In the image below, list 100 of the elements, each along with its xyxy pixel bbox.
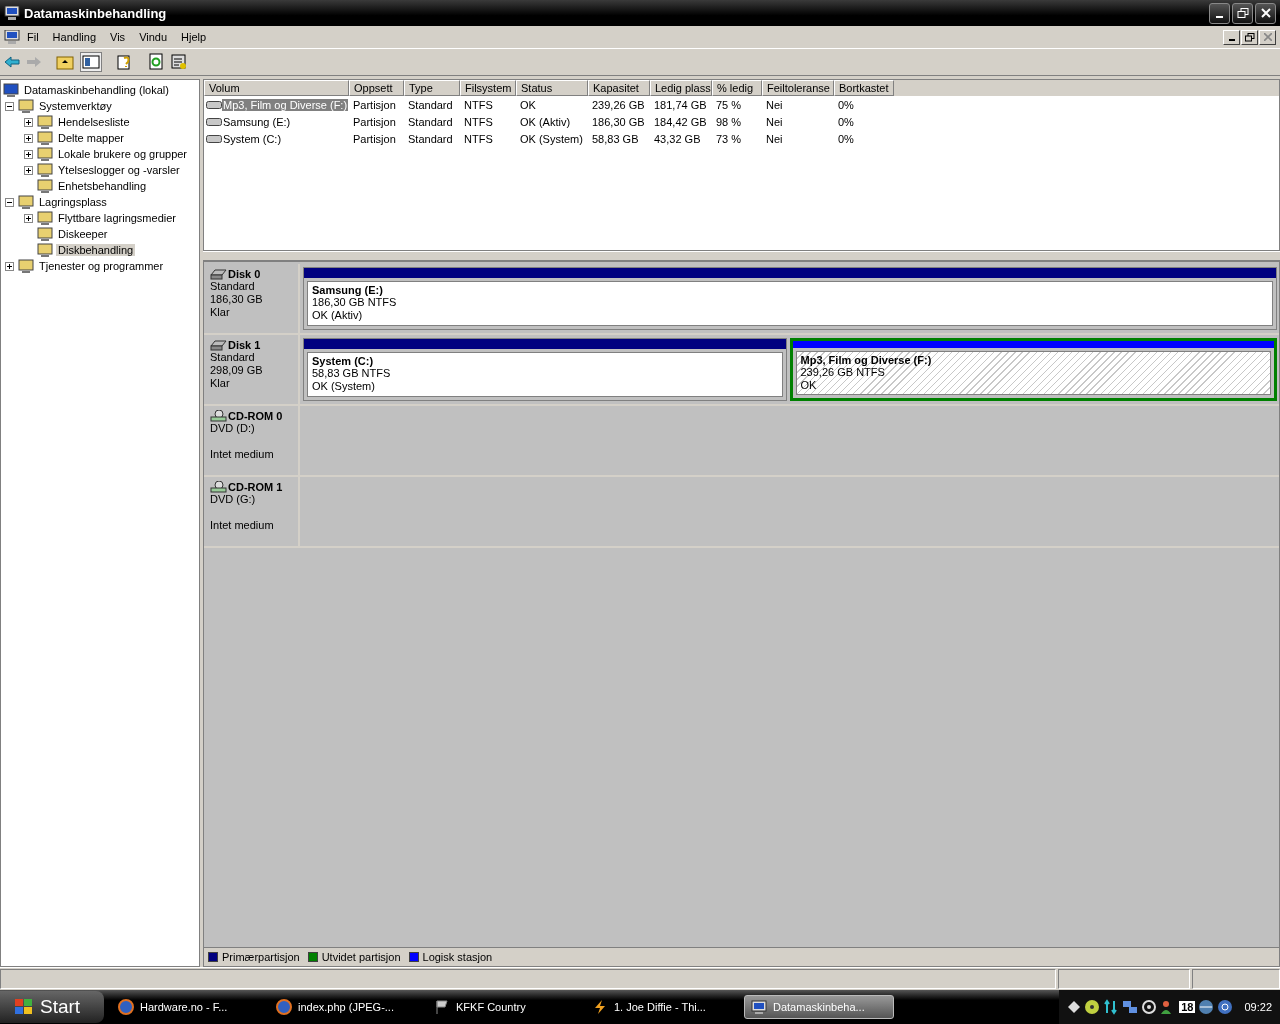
disk-detail: Klar (210, 377, 231, 390)
up-folder-icon[interactable] (56, 54, 74, 70)
expander-icon[interactable] (5, 261, 14, 271)
tree-item[interactable]: Tjenester og programmer (37, 260, 166, 272)
table-cell[interactable]: Samsung (E:) (222, 115, 292, 128)
menu-item[interactable]: Vindu (132, 31, 175, 43)
tree-item[interactable]: Diskeeper (56, 228, 110, 240)
disk-detail: DVD (G:) (210, 493, 257, 506)
table-cell-text: 73 % (715, 132, 743, 145)
column-header[interactable]: Status (516, 80, 588, 96)
disk-info-panel[interactable]: CD-ROM 1 DVD (G:) Intet medium (204, 477, 300, 546)
cd-drive-icon (210, 410, 227, 422)
expander-icon[interactable] (24, 213, 33, 223)
expander-icon[interactable] (5, 101, 14, 111)
disk-info-panel[interactable]: CD-ROM 0 DVD (D:) Intet medium (204, 406, 300, 475)
expander-icon[interactable] (5, 197, 14, 207)
column-header[interactable]: Feiltoleranse (762, 80, 834, 96)
taskbar-button[interactable]: 1. Joe Diffie - Thi... (586, 995, 736, 1019)
partition-name: Mp3, Film og Diverse (F:) (800, 354, 933, 366)
menu-item[interactable]: Vis (103, 31, 133, 43)
hard-disk-icon (210, 339, 227, 351)
restore-icon (1236, 8, 1249, 18)
legend-label: Logisk stasjon (422, 951, 493, 963)
diamond-icon[interactable] (1067, 1000, 1082, 1014)
properties-icon[interactable] (170, 53, 188, 71)
table-cell-text: Standard (407, 115, 454, 128)
taskbar-button[interactable]: Datamaskinbeha... (744, 995, 894, 1019)
table-cell-text: OK (System) (519, 132, 584, 145)
partition-status: OK (800, 379, 818, 392)
splitter-bar[interactable] (203, 251, 1280, 261)
tree-item[interactable]: Ytelseslogger og -varsler (56, 164, 182, 176)
tree-item[interactable]: Delte mapper (56, 132, 127, 144)
disk-info-panel[interactable]: Disk 1 Standard 298,09 GB Klar (204, 335, 300, 404)
expander-icon[interactable] (24, 149, 33, 159)
tree-item[interactable]: Systemverktøy (37, 100, 114, 112)
table-cell-text: Nei (765, 115, 784, 128)
tree-item[interactable]: Datamaskinbehandling (lokal) (22, 84, 171, 96)
disc-icon[interactable] (1084, 999, 1101, 1015)
arrows-icon[interactable] (1103, 999, 1120, 1015)
table-cell-text: NTFS (463, 132, 494, 145)
table-cell-text: OK (519, 98, 537, 111)
partition-size: 186,30 GB NTFS (312, 296, 398, 309)
drive-icon (206, 99, 222, 110)
table-cell-text: 186,30 GB (591, 115, 646, 128)
refresh-icon[interactable] (148, 53, 164, 71)
restore-button[interactable] (1232, 2, 1253, 24)
close-button[interactable] (1255, 2, 1276, 24)
menu-item[interactable]: Fil (20, 31, 46, 43)
node-icon (3, 82, 19, 98)
globe-icon[interactable] (1198, 999, 1215, 1015)
panel-toggle-icon[interactable] (80, 52, 102, 72)
expander-icon[interactable] (24, 165, 33, 175)
column-header[interactable]: Volum (204, 80, 349, 96)
table-cell[interactable]: Mp3, Film og Diverse (F:) (222, 98, 349, 111)
tree-item[interactable]: Enhetsbehandling (56, 180, 149, 192)
taskbar-button[interactable]: Hardware.no - F... (112, 995, 262, 1019)
tree-item[interactable]: Lagringsplass (37, 196, 109, 208)
column-header[interactable]: Bortkastet (834, 80, 894, 96)
window-title: Datamaskinbehandling (24, 5, 167, 21)
tree-item[interactable]: Lokale brukere og grupper (56, 148, 190, 160)
column-header[interactable]: Type (404, 80, 460, 96)
table-cell[interactable]: System (C:) (222, 132, 283, 145)
back-arrow-icon[interactable] (4, 56, 20, 68)
hard-disk-icon (210, 268, 227, 280)
column-header[interactable]: Oppsett (349, 80, 404, 96)
windows-flag-icon (14, 998, 34, 1016)
disk-name: CD-ROM 0 (228, 410, 283, 422)
taskbar-button[interactable]: KFKF Country (428, 995, 578, 1019)
partition-block[interactable]: Samsung (E:) 186,30 GB NTFS OK (Aktiv) (303, 267, 1277, 330)
expander-icon[interactable] (24, 117, 33, 127)
tree-item[interactable]: Hendelsesliste (56, 116, 132, 128)
network-icon[interactable] (1122, 999, 1139, 1015)
table-cell-text: NTFS (463, 98, 494, 111)
table-cell-text: 239,26 GB (591, 98, 646, 111)
drive-icon (206, 116, 222, 127)
column-header[interactable]: Kapasitet (588, 80, 650, 96)
partition-size: 239,26 GB NTFS (800, 366, 886, 379)
partition-block[interactable]: Mp3, Film og Diverse (F:) 239,26 GB NTFS OK (789, 338, 1277, 401)
gear-icon[interactable] (1141, 999, 1158, 1015)
table-cell-text: 43,32 GB (653, 132, 702, 145)
tree-item[interactable]: Flyttbare lagringsmedier (56, 212, 178, 224)
table-cell-text: 181,74 GB (653, 98, 708, 111)
start-button[interactable]: Start (0, 991, 104, 1023)
calendar-badge[interactable]: 18 (1179, 1001, 1196, 1013)
computer-icon (751, 999, 767, 1015)
column-header[interactable]: Ledig plass (650, 80, 712, 96)
column-header[interactable]: Filsystem (460, 80, 516, 96)
minimize-button[interactable] (1209, 2, 1230, 24)
node-icon (37, 210, 53, 226)
column-header[interactable]: % ledig (712, 80, 762, 96)
partition-block[interactable]: System (C:) 58,83 GB NTFS OK (System) (303, 338, 787, 401)
disk-info-panel[interactable]: Disk 0 Standard 186,30 GB Klar (204, 264, 300, 333)
menu-item[interactable]: Hjelp (174, 31, 214, 43)
taskbar-button[interactable]: index.php (JPEG-... (270, 995, 420, 1019)
computer-icon (4, 30, 20, 44)
minimize-icon (1228, 39, 1235, 41)
table-cell-text: 75 % (715, 98, 743, 111)
menu-item[interactable]: Handling (45, 31, 104, 43)
tree-item[interactable]: Diskbehandling (56, 244, 136, 256)
expander-icon[interactable] (24, 133, 33, 143)
